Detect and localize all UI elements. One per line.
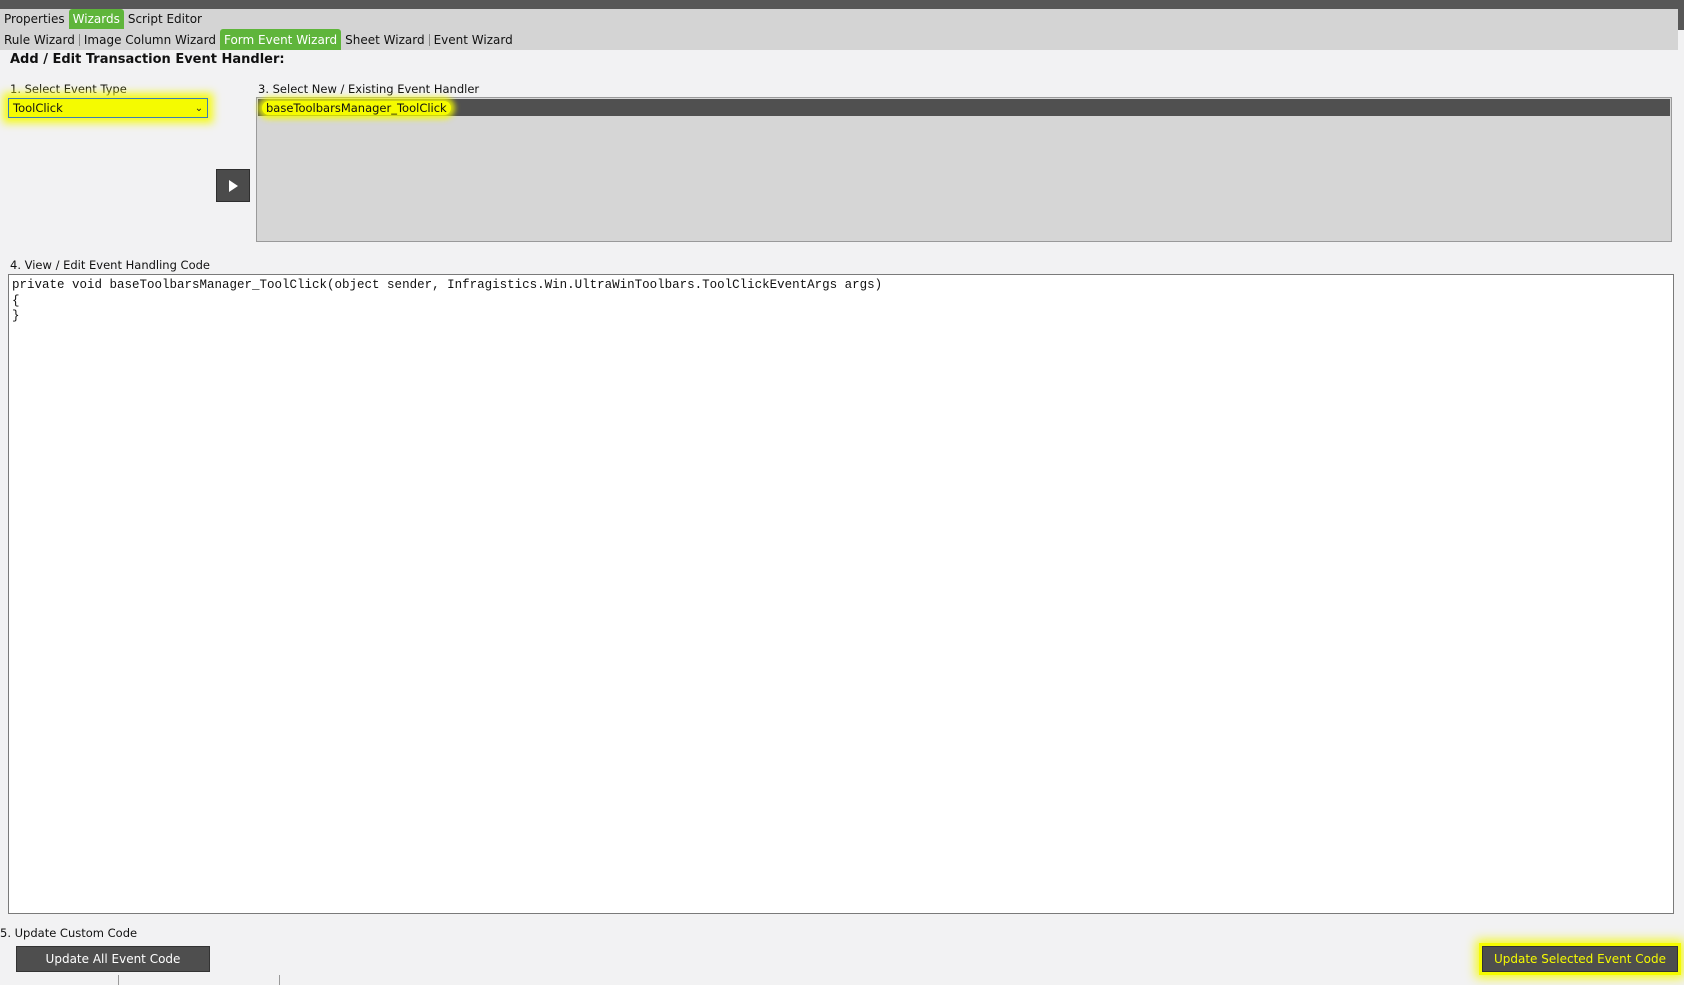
update-all-event-code-button[interactable]: Update All Event Code: [16, 946, 210, 972]
step3-label: 3. Select New / Existing Event Handler: [258, 82, 480, 96]
play-arrow-icon: [229, 179, 238, 192]
tab-rule-wizard[interactable]: Rule Wizard: [0, 29, 79, 50]
update-selected-label: Update Selected Event Code: [1483, 947, 1677, 971]
main-tab-strip: Properties Wizards Script Editor: [0, 9, 1678, 29]
step5-label: 5. Update Custom Code: [0, 926, 138, 940]
event-type-value: ToolClick: [13, 101, 63, 115]
tab-form-event-wizard[interactable]: Form Event Wizard: [219, 29, 342, 50]
event-handler-list[interactable]: baseToolbarsManager_ToolClick: [256, 97, 1672, 242]
tab-script-editor[interactable]: Script Editor: [124, 9, 206, 29]
wizard-tab-strip: Rule Wizard Image Column Wizard Form Eve…: [0, 29, 1678, 50]
code-editor[interactable]: private void baseToolbarsManager_ToolCli…: [8, 274, 1674, 914]
tab-image-column-wizard[interactable]: Image Column Wizard: [80, 29, 220, 50]
step1-label: 1. Select Event Type: [10, 82, 127, 96]
list-item[interactable]: baseToolbarsManager_ToolClick: [258, 99, 1670, 116]
event-type-select[interactable]: ToolClick ⌄: [8, 98, 208, 118]
tab-event-wizard[interactable]: Event Wizard: [430, 29, 517, 50]
step4-label: 4. View / Edit Event Handling Code: [10, 258, 210, 272]
update-selected-event-code-button[interactable]: Update Selected Event Code: [1482, 946, 1678, 972]
add-handler-arrow-button[interactable]: [216, 169, 250, 202]
tab-sheet-wizard[interactable]: Sheet Wizard: [341, 29, 428, 50]
page-title: Add / Edit Transaction Event Handler:: [10, 52, 285, 67]
scroll-notch: [1678, 0, 1684, 30]
tab-wizards[interactable]: Wizards: [68, 9, 124, 29]
bottom-status-strip: [118, 975, 280, 985]
tab-properties[interactable]: Properties: [0, 9, 69, 29]
list-item-label: baseToolbarsManager_ToolClick: [262, 100, 451, 115]
window-top-bar: [0, 0, 1684, 30]
chevron-down-icon: ⌄: [194, 102, 204, 114]
